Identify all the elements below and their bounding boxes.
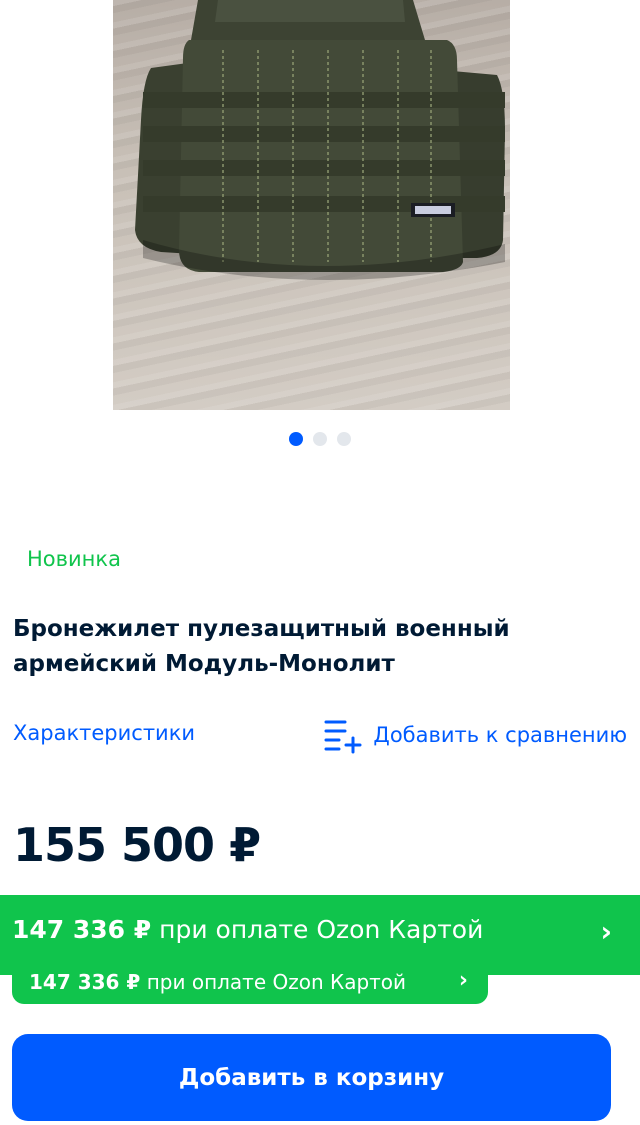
ozon-pill-text: 147 336 ₽ при оплате Ozon Картой (29, 970, 406, 994)
ozon-banner-text: 147 336 ₽ при оплате Ozon Картой (12, 915, 483, 944)
vest-illustration (135, 0, 505, 281)
pagination-dot[interactable] (313, 432, 327, 446)
product-title: Бронежилет пулезащитный военный армейски… (13, 616, 510, 677)
specs-link[interactable]: Характеристики (13, 721, 195, 745)
ozon-pill-price: 147 336 ₽ (29, 970, 141, 994)
add-to-compare-label: Добавить к сравнению (373, 723, 627, 747)
ozon-banner-label: при оплате Ozon Картой (159, 915, 484, 944)
pagination-dot-active[interactable] (289, 432, 303, 446)
list-add-icon (323, 716, 363, 754)
new-badge: Новинка (27, 547, 121, 571)
ozon-banner-price: 147 336 ₽ (12, 915, 152, 944)
add-to-compare-link[interactable]: Добавить к сравнению (323, 716, 627, 754)
ozon-pill-label: при оплате Ozon Картой (146, 970, 407, 994)
ozon-card-price-pill[interactable]: 147 336 ₽ при оплате Ozon Картой › (12, 962, 488, 1004)
add-to-cart-button[interactable]: Добавить в корзину (12, 1034, 611, 1121)
pagination-dot[interactable] (337, 432, 351, 446)
chevron-right-icon: › (458, 968, 468, 993)
product-photo[interactable] (113, 0, 510, 410)
product-links: Характеристики Добавить к сравнению (13, 716, 627, 756)
gallery-pagination[interactable] (0, 432, 640, 446)
product-price: 155 500 ₽ (13, 818, 261, 872)
product-gallery[interactable] (0, 0, 640, 470)
chevron-right-icon: › (600, 915, 612, 948)
